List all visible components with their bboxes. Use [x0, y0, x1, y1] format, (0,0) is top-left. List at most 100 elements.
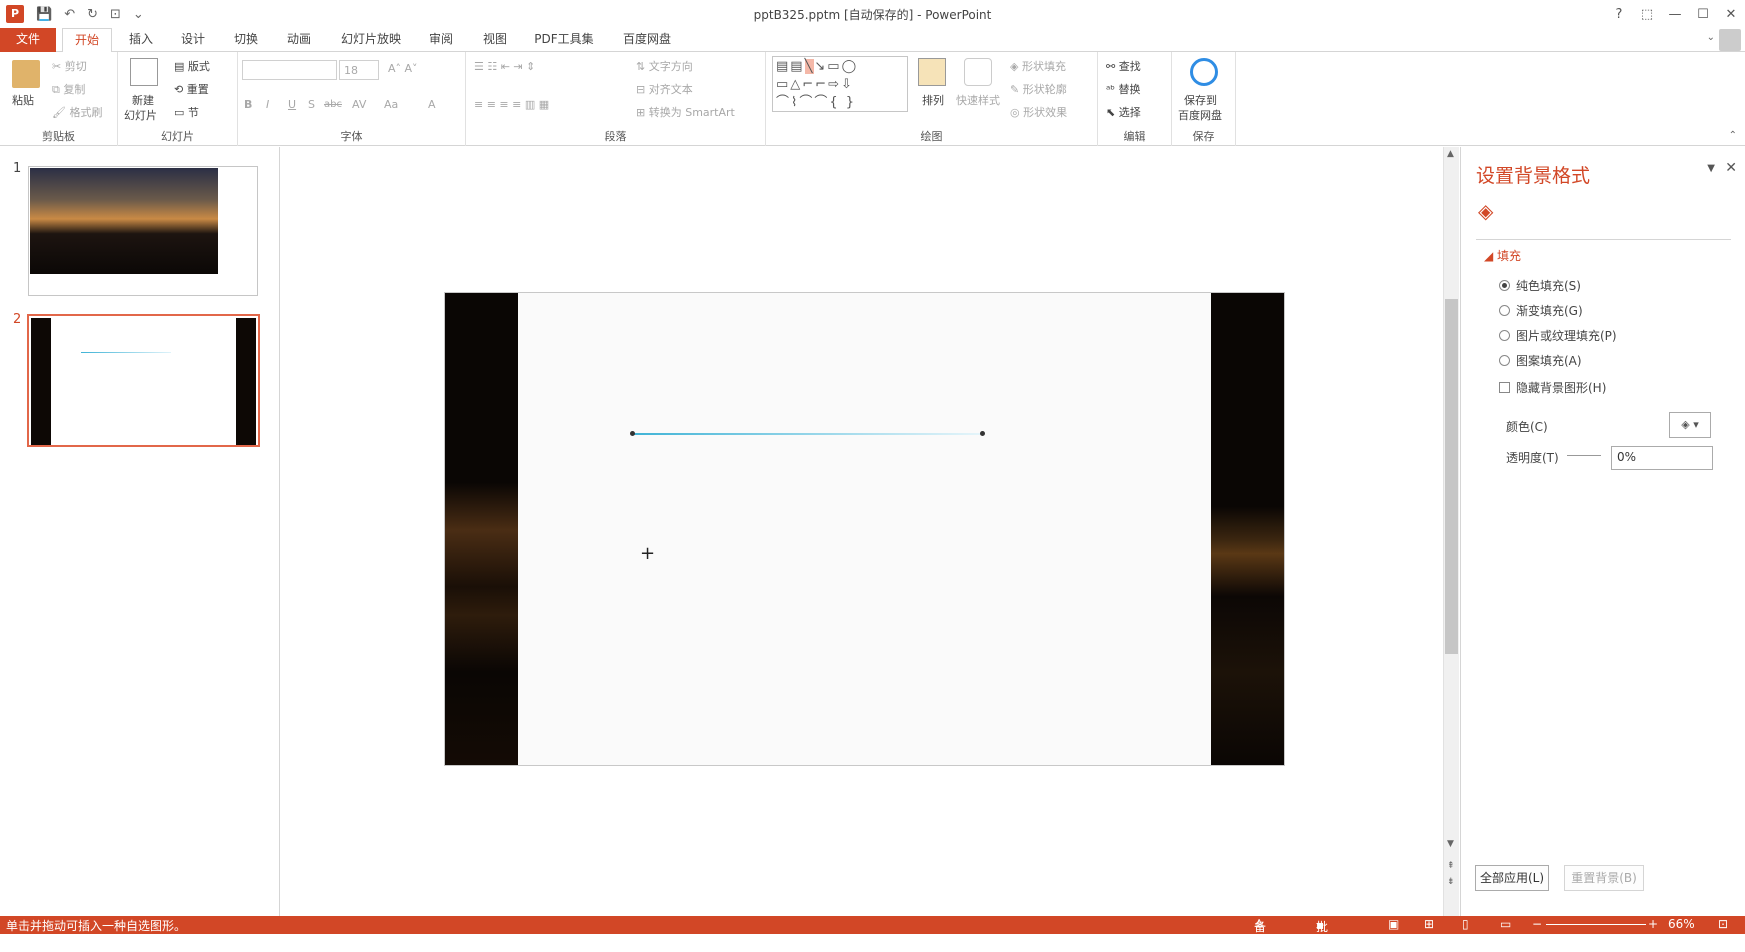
help-icon[interactable]: ?: [1605, 7, 1633, 22]
radio-dot[interactable]: [1499, 280, 1510, 291]
format-background-pane: 设置背景格式 ▼ ✕ ◈ ◢ 填充 纯色填充(S) 渐变填充(G) 图片或纹理填…: [1460, 147, 1745, 916]
section-button[interactable]: ▭ 节: [174, 104, 199, 120]
replace-icon: ᵃᵇ: [1106, 83, 1119, 96]
font-size-input[interactable]: 18: [339, 60, 379, 80]
radio-picture-fill[interactable]: 图片或纹理填充(P): [1499, 327, 1617, 344]
tab-home[interactable]: 开始: [62, 28, 112, 53]
scissors-icon: ✂: [52, 60, 65, 73]
tab-slideshow[interactable]: 幻灯片放映: [333, 28, 409, 52]
radio-dot[interactable]: [1499, 330, 1510, 341]
transparency-slider[interactable]: [1567, 455, 1601, 456]
slide-thumbnail-1[interactable]: [28, 166, 258, 296]
effects-icon: ◎: [1010, 106, 1024, 119]
line-end-handle[interactable]: [980, 431, 985, 436]
slide-sorter-icon[interactable]: ⊞: [1424, 917, 1434, 931]
zoom-in-icon[interactable]: +: [1648, 917, 1658, 931]
save-group-label: 保存: [1192, 130, 1215, 143]
select-label: 选择: [1118, 106, 1141, 119]
maximize-button[interactable]: ☐: [1689, 7, 1717, 22]
transparency-input[interactable]: 0%: [1611, 446, 1713, 470]
shapes-gallery[interactable]: ▤▤╲↘▭◯ ▭△⌐⌐⇨⇩ ⌒⌇⌒⌒{ }: [772, 56, 908, 112]
replace-button[interactable]: ᵃᵇ 替换: [1106, 81, 1141, 97]
slide-thumbnail-2[interactable]: [27, 314, 260, 447]
collapse-triangle-icon: ◢: [1484, 249, 1498, 263]
slideshow-view-icon[interactable]: ▭: [1500, 917, 1511, 931]
zoom-level[interactable]: 66%: [1668, 917, 1695, 931]
fill-bucket-icon[interactable]: ◈: [1478, 199, 1493, 223]
layout-button[interactable]: ▤ 版式: [174, 58, 210, 74]
fill-section-header[interactable]: ◢ 填充: [1484, 247, 1521, 264]
shadow-button: S: [308, 98, 315, 111]
reset-label: 重置: [186, 83, 209, 96]
reading-view-icon[interactable]: ▯: [1462, 917, 1469, 931]
collapse-ribbon-icon[interactable]: ⌃: [1729, 130, 1737, 141]
tab-design[interactable]: 设计: [172, 28, 214, 52]
new-slide-label-1[interactable]: 新建: [132, 92, 154, 108]
reset-button[interactable]: ⟲ 重置: [174, 81, 209, 97]
prev-slide-icon[interactable]: ⇞: [1447, 861, 1455, 871]
slide-number: 2: [13, 312, 22, 327]
checkbox[interactable]: [1499, 382, 1510, 393]
drawing-group: ▤▤╲↘▭◯ ▭△⌐⌐⇨⇩ ⌒⌇⌒⌒{ } 排列 快速样式 ◈ 形状填充 ✎ 形状轮…: [766, 52, 1098, 146]
baidu-cloud-icon[interactable]: [1190, 58, 1218, 86]
smartart-label: 转换为 SmartArt: [648, 106, 735, 119]
hide-background-graphics-checkbox[interactable]: 隐藏背景图形(H): [1499, 379, 1606, 396]
arrange-icon[interactable]: [918, 58, 946, 86]
radio-pattern-fill[interactable]: 图案填充(A): [1499, 352, 1582, 369]
zoom-out-icon[interactable]: −: [1532, 917, 1542, 931]
tab-file[interactable]: 文件: [0, 28, 56, 52]
new-slide-icon[interactable]: [130, 58, 158, 86]
radio-gradient-fill[interactable]: 渐变填充(G): [1499, 302, 1583, 319]
connector-line[interactable]: [632, 433, 982, 435]
pane-options-icon[interactable]: ▼: [1707, 163, 1715, 174]
copy-label: 复制: [63, 83, 86, 96]
save-to-baidu-label-2[interactable]: 百度网盘: [1178, 107, 1222, 123]
tab-insert[interactable]: 插入: [120, 28, 162, 52]
canvas-vertical-scrollbar[interactable]: ▲ ▼ ⇞ ⇟: [1443, 147, 1459, 916]
tab-animations[interactable]: 动画: [278, 28, 320, 52]
dark-strip-left: [31, 318, 51, 445]
radio-solid-fill[interactable]: 纯色填充(S): [1499, 277, 1581, 294]
next-slide-icon[interactable]: ⇟: [1447, 877, 1455, 887]
find-button[interactable]: ⚯ 查找: [1106, 58, 1141, 74]
ribbon-display-icon[interactable]: ⬚: [1633, 7, 1661, 22]
color-picker-button[interactable]: ◈ ▾: [1669, 412, 1711, 438]
scroll-down-icon[interactable]: ▼: [1447, 839, 1454, 849]
ribbon: 粘贴 ✂ 剪切 ⧉ 复制 🖌 格式刷 剪贴板 新建 幻灯片 ▤ 版式 ⟲ 重置 …: [0, 52, 1745, 146]
tab-view[interactable]: 视图: [474, 28, 516, 52]
comments-label: 批注: [1316, 920, 1329, 951]
tab-review[interactable]: 审阅: [420, 28, 462, 52]
line-start-handle[interactable]: [630, 431, 635, 436]
scroll-thumb[interactable]: [1445, 299, 1458, 654]
ribbon-options-icon[interactable]: ⌄: [1707, 32, 1715, 43]
line-shape-icon[interactable]: ╲: [804, 59, 815, 74]
shape-effects-label: 形状效果: [1023, 106, 1068, 119]
arrange-button[interactable]: 排列: [922, 92, 944, 108]
select-button[interactable]: ⬉ 选择: [1106, 104, 1141, 120]
normal-view-icon[interactable]: ▣: [1388, 917, 1399, 931]
paste-button[interactable]: 粘贴: [12, 92, 34, 108]
tab-transitions[interactable]: 切换: [225, 28, 267, 52]
font-name-input[interactable]: [242, 60, 337, 80]
scroll-up-icon[interactable]: ▲: [1447, 149, 1454, 159]
current-slide[interactable]: +: [444, 292, 1285, 766]
clipboard-group: 粘贴 ✂ 剪切 ⧉ 复制 🖌 格式刷 剪贴板: [0, 52, 118, 146]
paste-icon[interactable]: [12, 60, 40, 88]
editing-group-label: 编辑: [1123, 130, 1146, 143]
font-color-button: A: [428, 98, 436, 111]
apply-all-button[interactable]: 全部应用(L): [1475, 865, 1549, 891]
zoom-slider[interactable]: [1546, 924, 1646, 925]
new-slide-label-2[interactable]: 幻灯片: [124, 107, 157, 123]
radio-label: 图片或纹理填充(P): [1516, 329, 1617, 343]
minimize-button[interactable]: —: [1661, 7, 1689, 22]
tab-pdf-tools[interactable]: PDF工具集: [528, 28, 600, 52]
save-to-baidu-label-1[interactable]: 保存到: [1184, 92, 1217, 108]
tab-baidu-netdisk[interactable]: 百度网盘: [614, 28, 680, 52]
close-icon[interactable]: ✕: [1725, 160, 1737, 176]
avatar[interactable]: [1719, 29, 1741, 51]
radio-label: 图案填充(A): [1516, 354, 1582, 368]
close-button[interactable]: ✕: [1717, 7, 1745, 22]
fit-slide-icon[interactable]: ⊡: [1718, 917, 1728, 931]
radio-dot[interactable]: [1499, 305, 1510, 316]
radio-dot[interactable]: [1499, 355, 1510, 366]
